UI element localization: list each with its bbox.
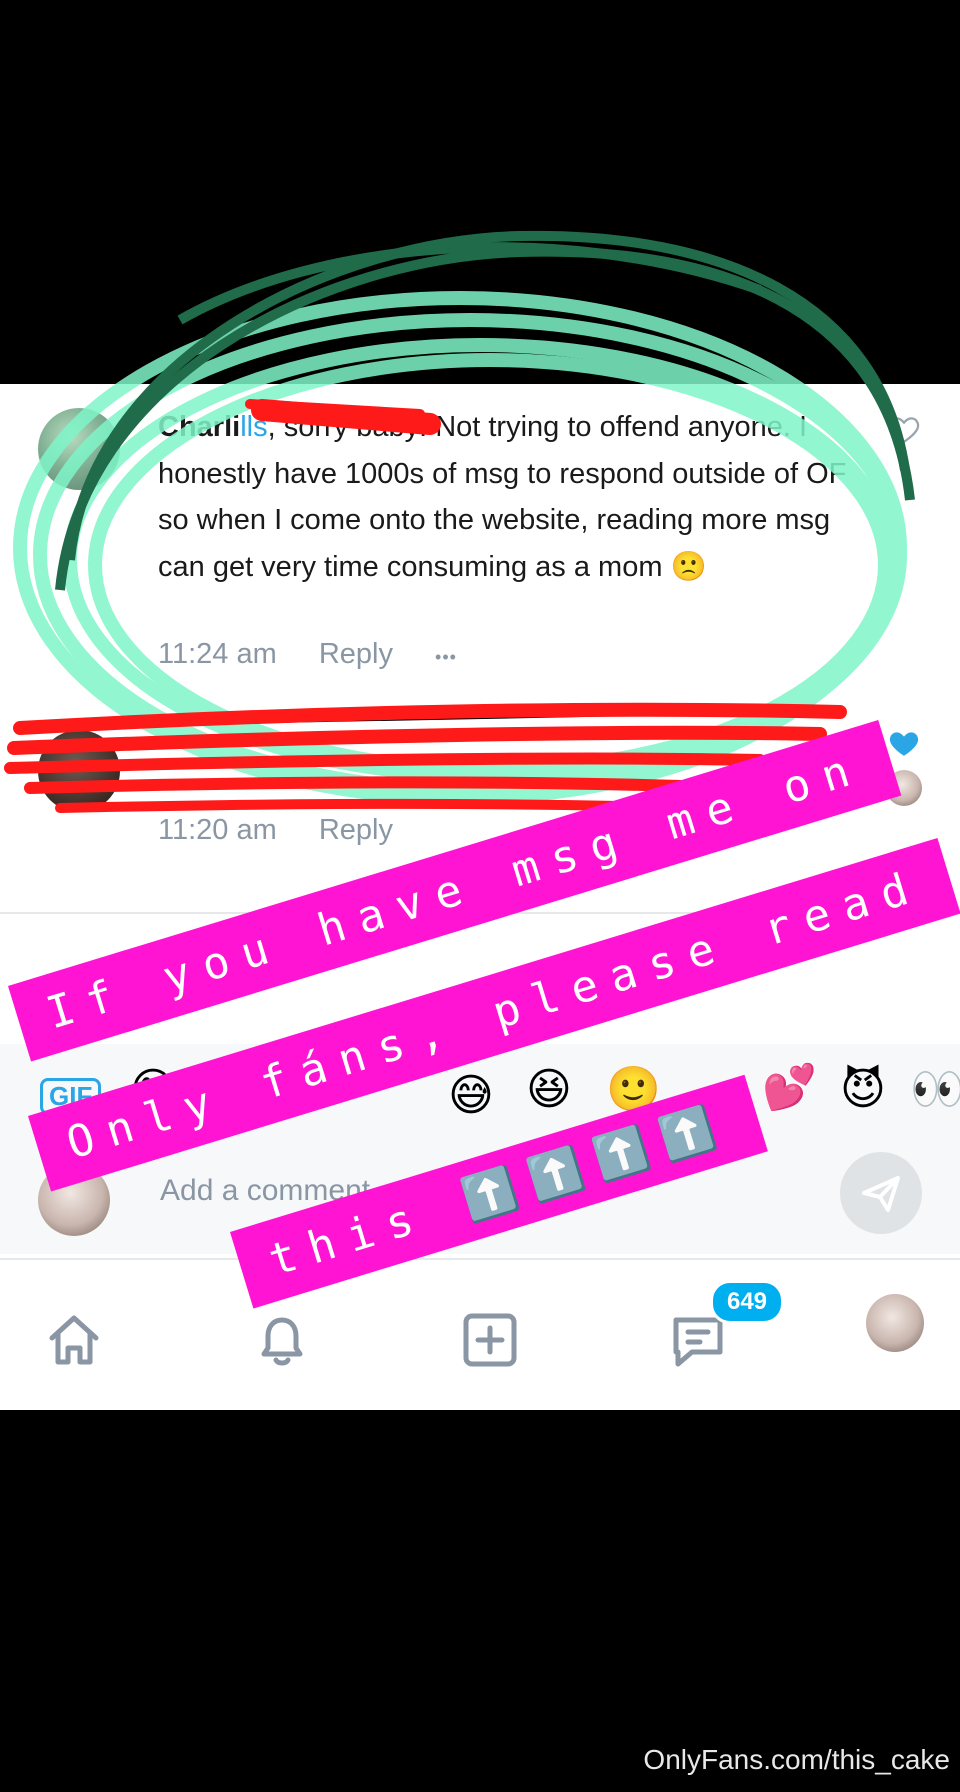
- watermark: OnlyFans.com/this_cake: [643, 1744, 950, 1775]
